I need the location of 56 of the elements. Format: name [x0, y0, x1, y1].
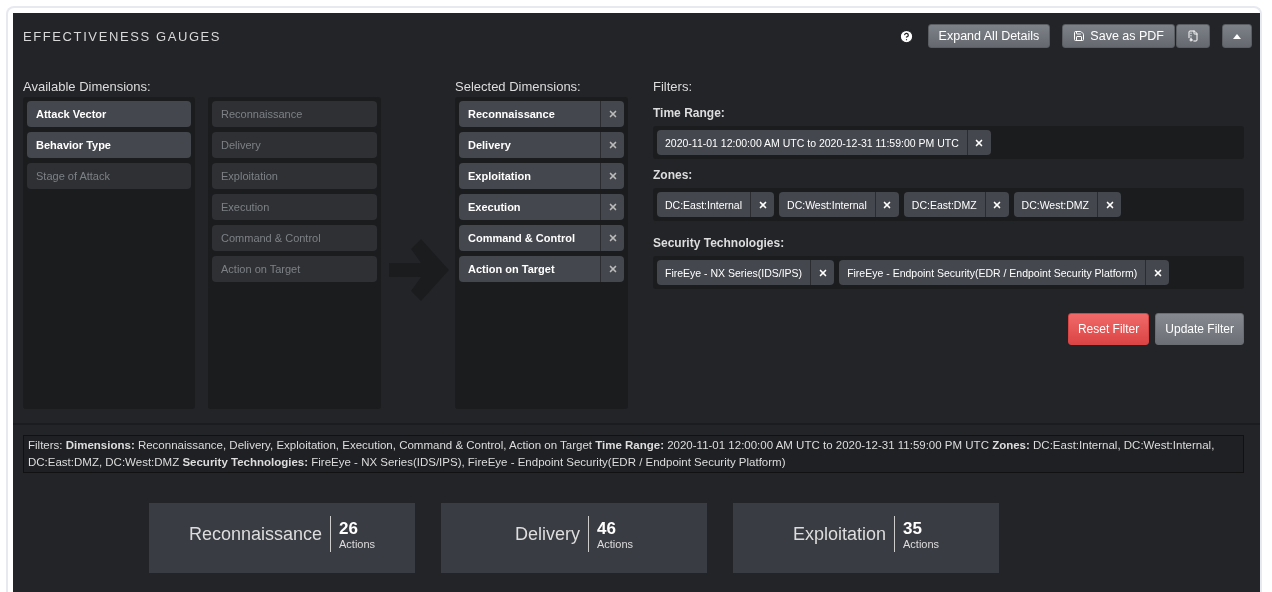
- selected-label: Exploitation: [467, 170, 532, 182]
- close-icon: [817, 267, 828, 278]
- selected-label: Reconnaissance: [467, 108, 556, 120]
- section-label: Filters:: [653, 79, 693, 96]
- chip-label: FireEye - NX Series(IDS/IPS): [664, 266, 804, 279]
- chip-label: DC:East:DMZ: [910, 198, 978, 211]
- close-icon: [1104, 199, 1115, 210]
- save-pdf-button[interactable]: Save as PDF: [1062, 24, 1175, 48]
- gauge-count: 46: [596, 518, 617, 538]
- gauge-count: 26: [339, 518, 359, 538]
- chip-label: DC:West:DMZ: [1020, 198, 1091, 211]
- chip-label: 2020-11-01 12:00:00 AM UTC to 2020-12-31 11:59:00 PM UTC: [664, 136, 960, 149]
- expand-details-button[interactable]: Expand All Details: [927, 24, 1051, 48]
- panel-title: EFFECTIVENESS GAUGES: [23, 28, 222, 44]
- file-icon: [1187, 30, 1199, 42]
- caret-up-icon: [1233, 33, 1241, 39]
- filter-label: Security Technologies:: [653, 236, 786, 250]
- gauge-name: Reconnaissance: [188, 523, 322, 545]
- selected-label: Action on Target: [467, 263, 556, 275]
- close-icon: [974, 137, 985, 148]
- gauge-unit: Actions: [903, 537, 940, 550]
- filter-label: Time Range:: [653, 106, 726, 120]
- update-filter-button[interactable]: Update Filter: [1155, 313, 1244, 345]
- close-icon: [607, 140, 618, 150]
- close-icon: [607, 233, 618, 243]
- selected-label: Delivery: [467, 139, 512, 151]
- save-icon: [1073, 30, 1086, 42]
- close-icon: [1152, 267, 1163, 278]
- close-icon: [607, 264, 618, 274]
- close-icon: [607, 202, 618, 212]
- section-label: Available Dimensions:: [23, 79, 152, 96]
- selected-label: Command & Control: [467, 232, 576, 244]
- close-icon: [992, 199, 1003, 210]
- filter-label: Zones:: [653, 168, 694, 182]
- close-icon: [607, 171, 618, 181]
- collapse-button[interactable]: [1222, 24, 1252, 48]
- close-icon: [757, 199, 768, 210]
- gauge-name: Exploitation: [792, 523, 886, 545]
- selected-label: Execution: [467, 201, 522, 213]
- close-icon: [607, 109, 618, 119]
- gauge-count: 35: [903, 518, 923, 538]
- export-button[interactable]: [1176, 24, 1210, 48]
- dimension-item[interactable]: Stage of Attack: [27, 163, 191, 189]
- dimension-item[interactable]: Behavior Type: [27, 132, 191, 158]
- filter-summary: Filters: Dimensions: Reconnaissance, Delivery, Exploitation, Execution, Command & Control, Action on Target Time Range: 2020-11-01 12:00:00 AM UTC to 2020-12-31 11:59:00 PM UTC Zones: DC:East:Internal, DC:West:Internal, DC:East:DMZ, DC:West:DMZ Security Technologies: FireEye - NX Series(IDS/IPS), FireEye - Endpoint Security(EDR / Endpoint Security Platform): [23, 435, 1244, 473]
- reset-filter-button[interactable]: Reset Filter: [1067, 313, 1150, 345]
- close-icon: [882, 199, 893, 210]
- section-label: Selected Dimensions:: [455, 79, 582, 96]
- chip-label: DC:East:Internal: [664, 198, 744, 211]
- chip-label: DC:West:Internal: [786, 198, 868, 211]
- help-icon[interactable]: [898, 28, 914, 44]
- chip-label: FireEye - Endpoint Security(EDR / Endpoint Security Platform): [846, 266, 1139, 279]
- gauge-name: Delivery: [514, 523, 580, 545]
- gauge-unit: Actions: [596, 537, 634, 550]
- dimension-item[interactable]: Attack Vector: [27, 101, 191, 127]
- gauge-unit: Actions: [339, 537, 376, 550]
